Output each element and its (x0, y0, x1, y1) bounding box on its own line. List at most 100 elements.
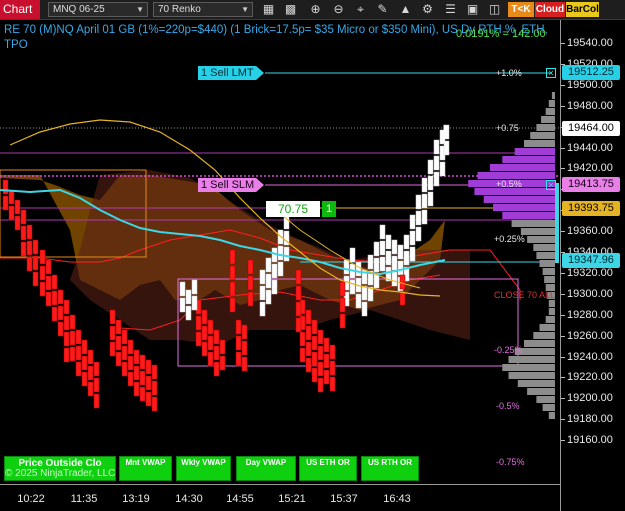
tpo-bar (511, 220, 555, 227)
tpo-bar (541, 116, 555, 123)
tpo-bar (524, 140, 555, 147)
zoom-out-icon[interactable]: ⊖ (330, 1, 347, 18)
tpo-bar (542, 268, 555, 275)
sell-stop-order-tag[interactable]: 1 Sell SLM (198, 178, 264, 192)
crosshair-icon[interactable]: ⌖ (352, 1, 369, 18)
tpo-bar (536, 252, 555, 259)
down-brick (63, 299, 70, 315)
down-brick (219, 355, 226, 371)
up-brick (259, 269, 266, 285)
chevron-down-icon: ▼ (136, 5, 144, 14)
up-brick (355, 293, 362, 309)
down-brick (45, 259, 52, 275)
down-brick (109, 309, 116, 325)
cloud-button[interactable]: Cloud (535, 2, 565, 17)
y-tick-label: 19180.00 (567, 413, 613, 426)
tc-button[interactable]: T<K (508, 2, 534, 17)
down-brick (295, 269, 302, 285)
up-brick (265, 257, 272, 273)
position-pnl-box[interactable]: 70.75 (266, 201, 320, 217)
monthly-vwap-button[interactable]: Mnt VWAP (119, 456, 172, 481)
weekly-vwap-button[interactable]: Wkly VWAP (176, 456, 231, 481)
properties-icon[interactable]: ☰ (442, 1, 459, 18)
up-brick (373, 257, 380, 273)
down-brick (323, 337, 330, 353)
day-vwap-button[interactable]: Day VWAP (236, 456, 296, 481)
down-brick (241, 356, 248, 372)
down-brick (81, 339, 88, 355)
drawing-tools-icon[interactable]: ✎ (374, 1, 391, 18)
sell-limit-order-tag[interactable]: 1 Sell LMT (198, 66, 264, 80)
pct-label-plus-05: +0.5% (496, 179, 522, 189)
pct-label-plus-025: +0.25% (494, 234, 525, 244)
bar-type-selector[interactable]: 70 Renko ▼ (153, 2, 253, 17)
y-tick-label: 19220.00 (567, 371, 613, 384)
y-tick (561, 419, 565, 421)
up-brick (373, 241, 380, 257)
down-brick (32, 271, 39, 287)
up-brick (397, 244, 404, 260)
down-brick (247, 291, 254, 307)
pct-label-minus-05: -0.5% (496, 401, 520, 411)
y-tick (561, 440, 565, 442)
y-tick (561, 293, 565, 295)
y-tick (561, 314, 565, 316)
tpo-bar (520, 228, 555, 235)
zoom-in-icon[interactable]: ⊕ (307, 1, 324, 18)
down-brick (295, 301, 302, 317)
tpo-bar (545, 108, 555, 115)
instrument-selector[interactable]: MNQ 06-25 ▼ (48, 2, 148, 17)
up-brick (421, 193, 428, 209)
tpo-bar (489, 164, 555, 171)
up-brick (361, 301, 368, 317)
up-brick (433, 139, 440, 155)
down-brick (75, 345, 82, 361)
down-brick (317, 345, 324, 361)
down-brick (32, 239, 39, 255)
y-tick (561, 377, 565, 379)
close-all-label[interactable]: CLOSE 70 ALL (494, 290, 555, 300)
cancel-limit-order-icon[interactable]: × (546, 68, 556, 78)
up-brick (391, 271, 398, 287)
up-brick (409, 214, 416, 230)
tpo-bar (508, 356, 555, 363)
indicators-icon[interactable]: ▲ (397, 1, 414, 18)
up-brick (433, 155, 440, 171)
chart-tab[interactable]: Chart (0, 0, 40, 19)
y-tick (561, 84, 565, 86)
camera-icon[interactable]: ▣ (464, 1, 481, 18)
down-brick (151, 396, 158, 412)
us-eth-or-button[interactable]: US ETH OR (299, 456, 357, 481)
down-brick (195, 315, 202, 331)
down-brick (295, 317, 302, 333)
down-brick (109, 325, 116, 341)
barcol-button[interactable]: BarCol (566, 2, 599, 17)
y-tick-label: 19540.00 (567, 37, 613, 49)
down-brick (133, 365, 140, 381)
down-brick (207, 319, 214, 335)
x-tick-label: 11:35 (70, 493, 98, 505)
us-rth-or-button[interactable]: US RTH OR (361, 456, 419, 481)
price-chart-plot[interactable] (0, 20, 560, 484)
layout-icon[interactable]: ◫ (486, 1, 503, 18)
x-tick-label: 14:30 (175, 493, 203, 505)
y-tick-label: 19160.00 (567, 434, 613, 447)
y-tick-label: 19200.00 (567, 392, 613, 405)
bar-chart-icon[interactable]: ▦ (260, 1, 277, 18)
down-brick (145, 391, 152, 407)
chart-toolbar: Chart MNQ 06-25 ▼ 70 Renko ▼ ▦ ▩ ⊕ ⊖ ⌖ ✎… (0, 0, 625, 20)
position-qty-box[interactable]: 1 (322, 201, 336, 217)
tpo-bar (483, 196, 555, 203)
up-brick (397, 260, 404, 276)
down-brick (93, 377, 100, 393)
up-brick (443, 124, 450, 140)
copyright-text: © 2025 NinjaTrader, LLC (5, 468, 116, 479)
up-brick (403, 234, 410, 250)
down-brick (151, 380, 158, 396)
time-axis[interactable]: 10:22 11:35 13:19 14:30 14:55 15:21 15:37 16:43 (0, 484, 560, 511)
data-series-icon[interactable]: ▩ (282, 1, 299, 18)
strategies-icon[interactable]: ⚙ (419, 1, 436, 18)
down-brick (317, 361, 324, 377)
cancel-stop-order-icon[interactable]: × (546, 180, 556, 190)
down-brick (8, 189, 15, 205)
